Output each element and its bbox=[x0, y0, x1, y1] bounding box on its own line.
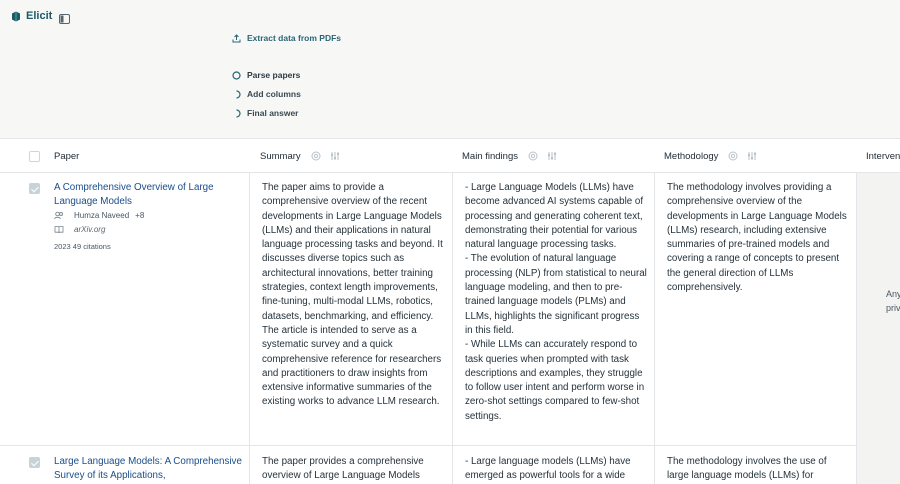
author-name: Humza Naveed bbox=[74, 211, 130, 220]
paper-authors: Humza Naveed +8 bbox=[54, 211, 144, 220]
column-divider bbox=[249, 173, 250, 484]
column-divider bbox=[452, 173, 453, 484]
column-label: Main findings bbox=[462, 150, 518, 162]
column-header-main-findings[interactable]: Main findings bbox=[462, 139, 557, 173]
sidebar-toggle-icon bbox=[59, 14, 70, 24]
methodology-cell[interactable]: The methodology involves the use of larg… bbox=[667, 455, 849, 484]
methodology-cell[interactable]: The methodology involves providing a com… bbox=[667, 181, 849, 295]
intervention-cell-partial[interactable]: Any privat bbox=[886, 287, 900, 315]
step-parse-papers: Parse papers bbox=[232, 66, 301, 85]
column-label: Summary bbox=[260, 150, 301, 162]
summary-cell[interactable]: The paper provides a comprehensive overv… bbox=[262, 455, 444, 484]
paper-title-link[interactable]: Large Language Models: A Comprehensive S… bbox=[54, 455, 244, 483]
column-divider bbox=[654, 173, 655, 484]
main-findings-cell[interactable]: - Large language models (LLMs) have emer… bbox=[465, 455, 647, 484]
step-final-answer: Final answer bbox=[232, 104, 301, 123]
column-header-intervention[interactable]: Interven bbox=[866, 139, 900, 173]
sidebar-toggle-button[interactable] bbox=[59, 11, 70, 29]
select-all-checkbox-cell[interactable] bbox=[29, 139, 40, 173]
book-icon bbox=[54, 226, 64, 234]
source-name[interactable]: arXiv.org bbox=[74, 225, 105, 234]
intervention-column-partial: Any privat bbox=[856, 173, 900, 484]
step-label: Final answer bbox=[247, 108, 299, 119]
paper-source: arXiv.org bbox=[54, 225, 105, 234]
step-label: Parse papers bbox=[247, 70, 301, 81]
progress-steps: Parse papers Add columns Final answer bbox=[232, 66, 301, 123]
regenerate-icon[interactable] bbox=[528, 151, 538, 161]
step-add-columns: Add columns bbox=[232, 85, 301, 104]
elicit-logo-icon bbox=[12, 11, 20, 21]
column-header-summary[interactable]: Summary bbox=[260, 139, 340, 173]
paper-title-link[interactable]: A Comprehensive Overview of Large Langua… bbox=[54, 181, 234, 209]
column-label: Paper bbox=[54, 150, 80, 162]
extract-label: Extract data from PDFs bbox=[247, 33, 341, 43]
spinner-icon bbox=[236, 90, 241, 99]
app-name: Elicit bbox=[26, 10, 53, 22]
progress-circle-icon bbox=[232, 71, 241, 80]
main-findings-cell[interactable]: - Large Language Models (LLMs) have beco… bbox=[465, 181, 647, 424]
row-checkbox-box[interactable] bbox=[29, 183, 40, 194]
step-label: Add columns bbox=[247, 89, 301, 100]
column-header-methodology[interactable]: Methodology bbox=[664, 139, 757, 173]
upload-icon bbox=[232, 33, 241, 42]
authors-icon bbox=[54, 211, 63, 220]
app-logo[interactable]: Elicit bbox=[11, 10, 52, 22]
regenerate-icon[interactable] bbox=[728, 151, 738, 161]
column-settings-icon[interactable] bbox=[747, 151, 757, 161]
column-header-paper[interactable]: Paper bbox=[54, 139, 79, 173]
spinner-icon bbox=[236, 109, 241, 118]
column-label: Interven bbox=[866, 150, 900, 162]
extract-data-button[interactable]: Extract data from PDFs bbox=[232, 33, 341, 43]
column-settings-icon[interactable] bbox=[330, 151, 340, 161]
year-citations: 2023 49 citations bbox=[54, 242, 111, 251]
column-settings-icon[interactable] bbox=[547, 151, 557, 161]
more-authors[interactable]: +8 bbox=[135, 211, 144, 220]
select-all-checkbox[interactable] bbox=[29, 150, 40, 162]
results-table: Paper Summary Main findings Methodology bbox=[0, 138, 900, 484]
table-header: Paper Summary Main findings Methodology bbox=[0, 139, 900, 173]
regenerate-icon[interactable] bbox=[311, 151, 321, 161]
row-checkbox[interactable] bbox=[29, 457, 40, 468]
row-divider bbox=[0, 445, 856, 446]
column-label: Methodology bbox=[664, 150, 719, 162]
top-panel: Elicit Extract data from PDFs Parse pape… bbox=[0, 0, 900, 138]
row-checkbox[interactable] bbox=[29, 183, 40, 194]
summary-cell[interactable]: The paper aims to provide a comprehensiv… bbox=[262, 181, 444, 410]
row-checkbox-box[interactable] bbox=[29, 457, 40, 468]
